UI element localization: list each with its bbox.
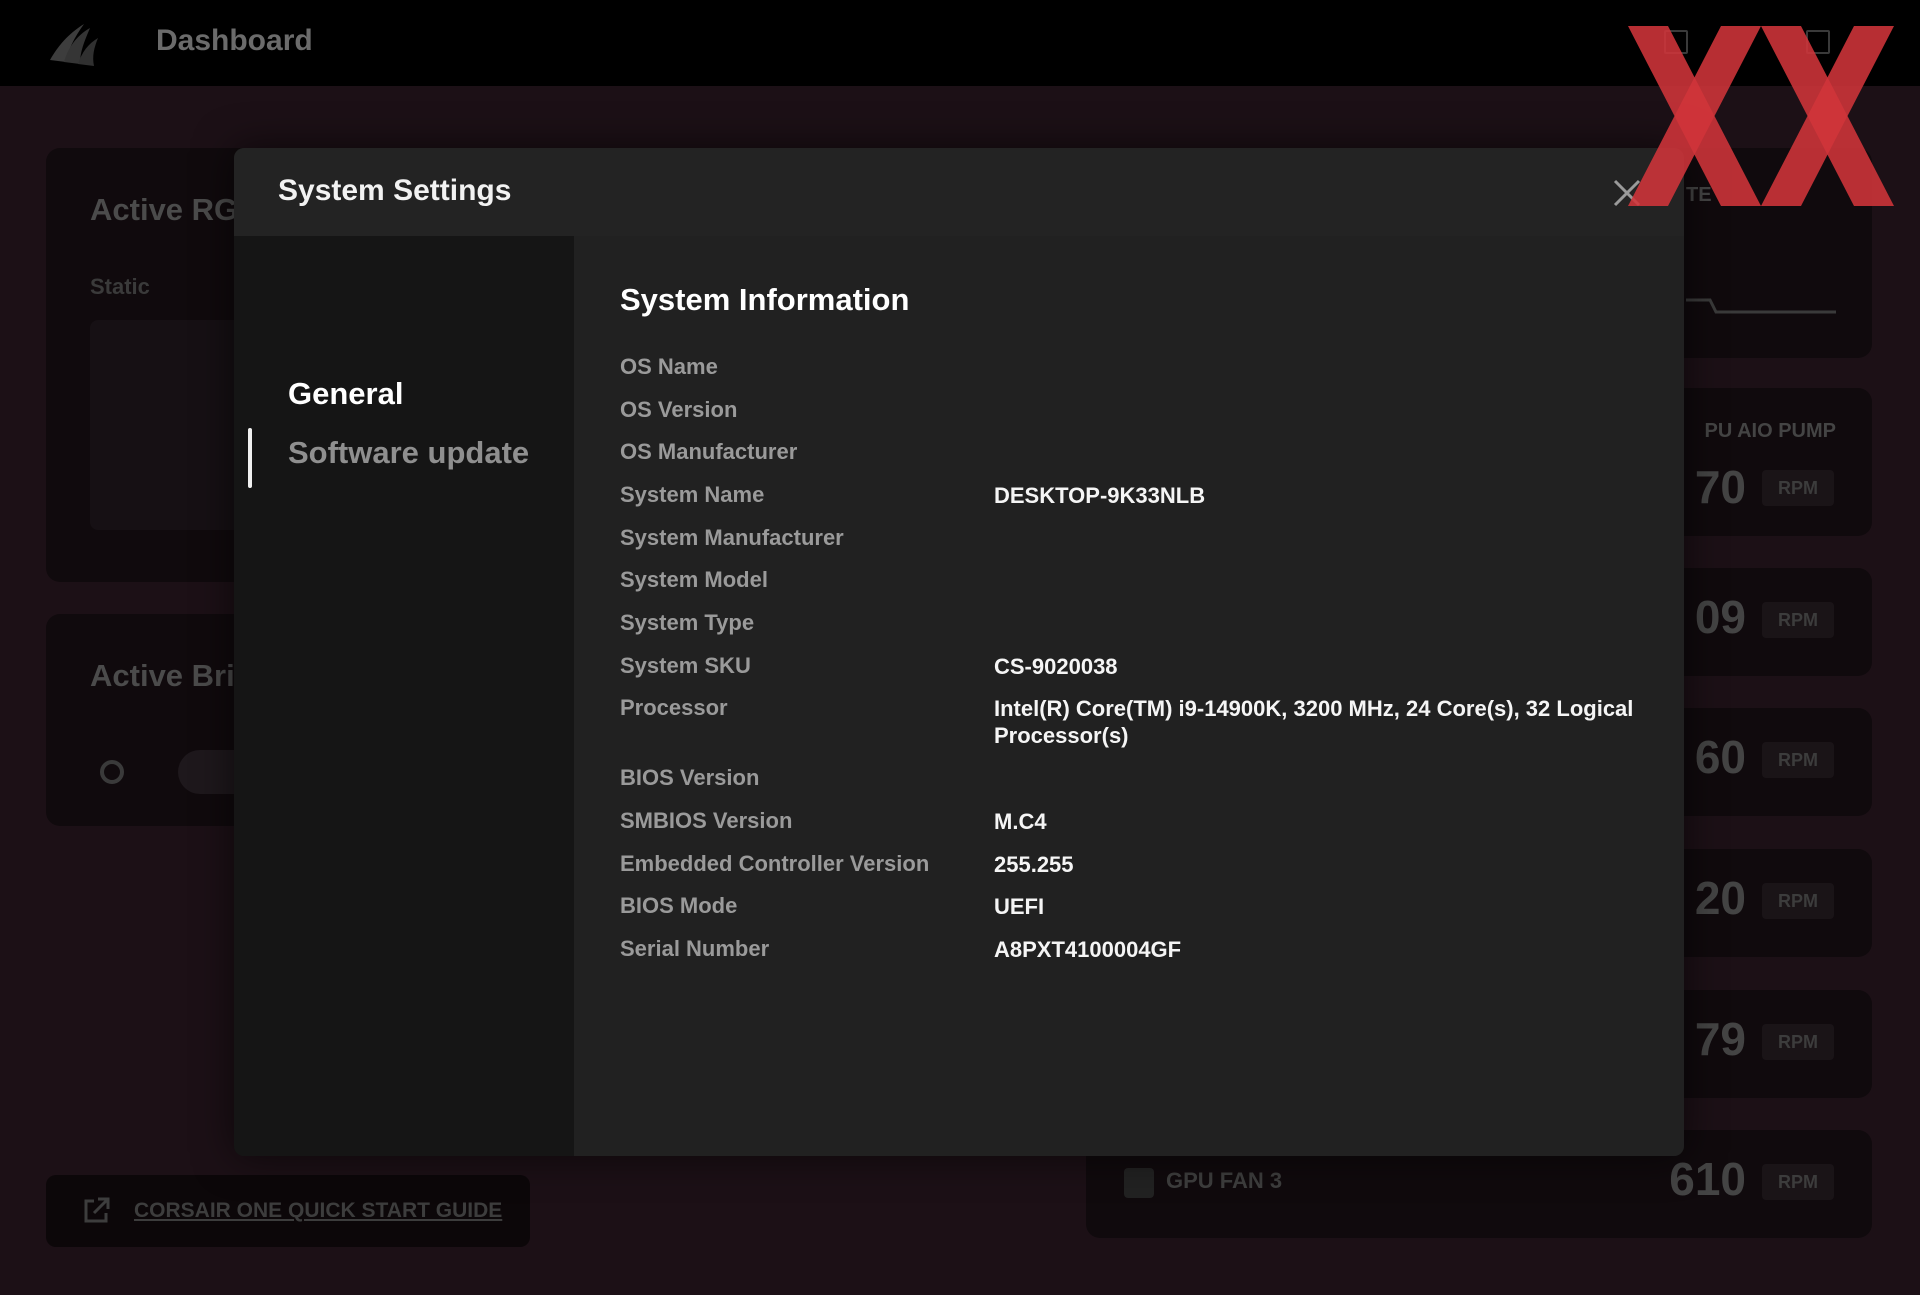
system-information-panel: System Information OS Name OS Version OS… <box>574 236 1684 1156</box>
info-label: Serial Number <box>620 936 770 961</box>
page-title: Dashboard <box>156 24 313 57</box>
active-rgb-mode: Static <box>90 274 150 299</box>
info-label: BIOS Mode <box>620 893 738 918</box>
temperature-graph <box>1686 298 1836 314</box>
settings-nav: General Software update <box>234 236 574 1156</box>
rpm-badge: RPM <box>1762 883 1834 919</box>
modal-title: System Settings <box>278 174 512 207</box>
info-value: UEFI <box>994 894 1045 919</box>
active-brightness-title: Active Bri <box>90 658 235 693</box>
info-value: CS-9020038 <box>994 654 1118 679</box>
nav-active-indicator <box>248 428 252 488</box>
section-title: System Information <box>620 282 910 317</box>
info-label: System Name <box>620 482 765 507</box>
info-value: DESKTOP-9K33NLB <box>994 483 1206 508</box>
external-link-icon <box>84 1197 110 1223</box>
info-value: 255.255 <box>994 852 1074 877</box>
rpm-badge: RPM <box>1762 1024 1834 1060</box>
info-label: BIOS Version <box>620 765 760 790</box>
system-settings-modal: System Settings General Software update … <box>234 148 1684 1156</box>
nav-item-software-update[interactable]: Software update <box>288 435 529 471</box>
corsair-sails-icon[interactable] <box>44 16 102 70</box>
active-rgb-title: Active RG <box>90 192 239 227</box>
info-label: System Type <box>620 610 755 635</box>
fan-value: 09 <box>1694 591 1746 643</box>
quick-start-guide-link[interactable]: CORSAIR ONE QUICK START GUIDE <box>134 1199 502 1223</box>
info-label: OS Version <box>620 397 738 422</box>
pump-label: PU AIO PUMP <box>1704 420 1837 442</box>
info-value: M.C4 <box>994 809 1047 834</box>
fan-value: 610 <box>1669 1153 1746 1205</box>
info-value: A8PXT4100004GF <box>994 937 1182 962</box>
rpm-badge: RPM <box>1762 1164 1834 1200</box>
fan-value: 60 <box>1694 731 1746 783</box>
nav-item-general[interactable]: General <box>288 376 403 412</box>
quick-start-guide-button[interactable]: CORSAIR ONE QUICK START GUIDE <box>46 1175 530 1247</box>
rpm-badge: RPM <box>1762 602 1834 638</box>
xx-watermark-logo <box>1628 26 1894 206</box>
modal-header: System Settings <box>234 148 1684 236</box>
info-label: OS Manufacturer <box>620 439 798 464</box>
brightness-radio[interactable] <box>100 760 124 784</box>
fan-icon <box>1124 1168 1154 1198</box>
info-label: OS Name <box>620 354 718 379</box>
info-label: System Model <box>620 567 768 592</box>
rpm-badge: RPM <box>1762 470 1834 506</box>
info-label: System SKU <box>620 653 751 678</box>
info-label: System Manufacturer <box>620 525 844 550</box>
rgb-preview <box>90 320 250 530</box>
rpm-badge: RPM <box>1762 742 1834 778</box>
fan-value: 79 <box>1694 1013 1746 1065</box>
fan-value: 20 <box>1694 872 1746 924</box>
info-label: Processor <box>620 695 728 720</box>
info-label: SMBIOS Version <box>620 808 793 833</box>
info-value: Intel(R) Core(TM) i9-14900K, 3200 MHz, 2… <box>994 696 1634 748</box>
info-label: Embedded Controller Version <box>620 851 930 876</box>
pump-value: 70 <box>1694 461 1746 513</box>
fan-name: GPU FAN 3 <box>1166 1168 1283 1193</box>
